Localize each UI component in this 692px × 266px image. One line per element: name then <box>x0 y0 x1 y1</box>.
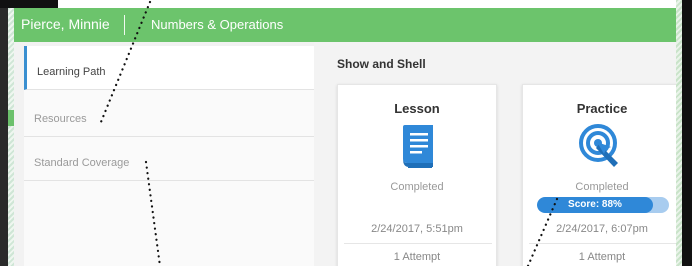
section-title: Show and Shell <box>337 57 426 71</box>
card-date: 2/24/2017, 6:07pm <box>556 223 648 235</box>
sidebar-item-standard-coverage[interactable]: Standard Coverage <box>24 137 314 181</box>
left-edge-marker <box>8 110 14 126</box>
student-name[interactable]: Pierce, Minnie <box>21 16 110 32</box>
card-attempts: 1 Attempt <box>578 251 626 263</box>
practice-card[interactable]: Practice Completed Score: 88% 2/24/2017,… <box>522 84 682 266</box>
sidebar-item-label: Resources <box>34 113 87 125</box>
score-label: Score: 88% <box>568 199 622 210</box>
subject-title: Numbers & Operations <box>151 17 284 32</box>
score-progress-bar: Score: 88% <box>537 197 669 213</box>
sidebar-item-label: Standard Coverage <box>34 157 130 169</box>
left-edge-strip <box>8 8 14 266</box>
book-icon <box>338 123 496 171</box>
right-crop-edge <box>682 0 692 266</box>
card-title: Practice <box>576 101 628 116</box>
card-date: 2/24/2017, 5:51pm <box>371 223 463 235</box>
card-divider <box>529 243 677 244</box>
sidebar-item-label: Learning Path <box>37 66 106 78</box>
card-status: Completed <box>390 181 444 193</box>
app-header: Pierce, Minnie Numbers & Operations <box>14 8 676 42</box>
lesson-card[interactable]: Lesson Completed 2/24/2017, 5:51pm 1 Att… <box>337 84 497 266</box>
app-window: Pierce, Minnie Numbers & Operations Lear… <box>0 0 692 266</box>
card-status: Completed <box>575 181 629 193</box>
header-divider <box>124 15 125 35</box>
sidebar-item-learning-path[interactable]: Learning Path <box>24 46 314 90</box>
top-left-crop-edge <box>0 0 58 8</box>
card-attempts: 1 Attempt <box>393 251 441 263</box>
left-crop-edge <box>0 0 8 266</box>
target-icon <box>523 123 681 171</box>
card-title: Lesson <box>394 101 440 116</box>
sidebar-item-resources[interactable]: Resources <box>24 93 314 137</box>
sidebar: Learning Path Resources Standard Coverag… <box>24 46 314 266</box>
card-divider <box>344 243 492 244</box>
